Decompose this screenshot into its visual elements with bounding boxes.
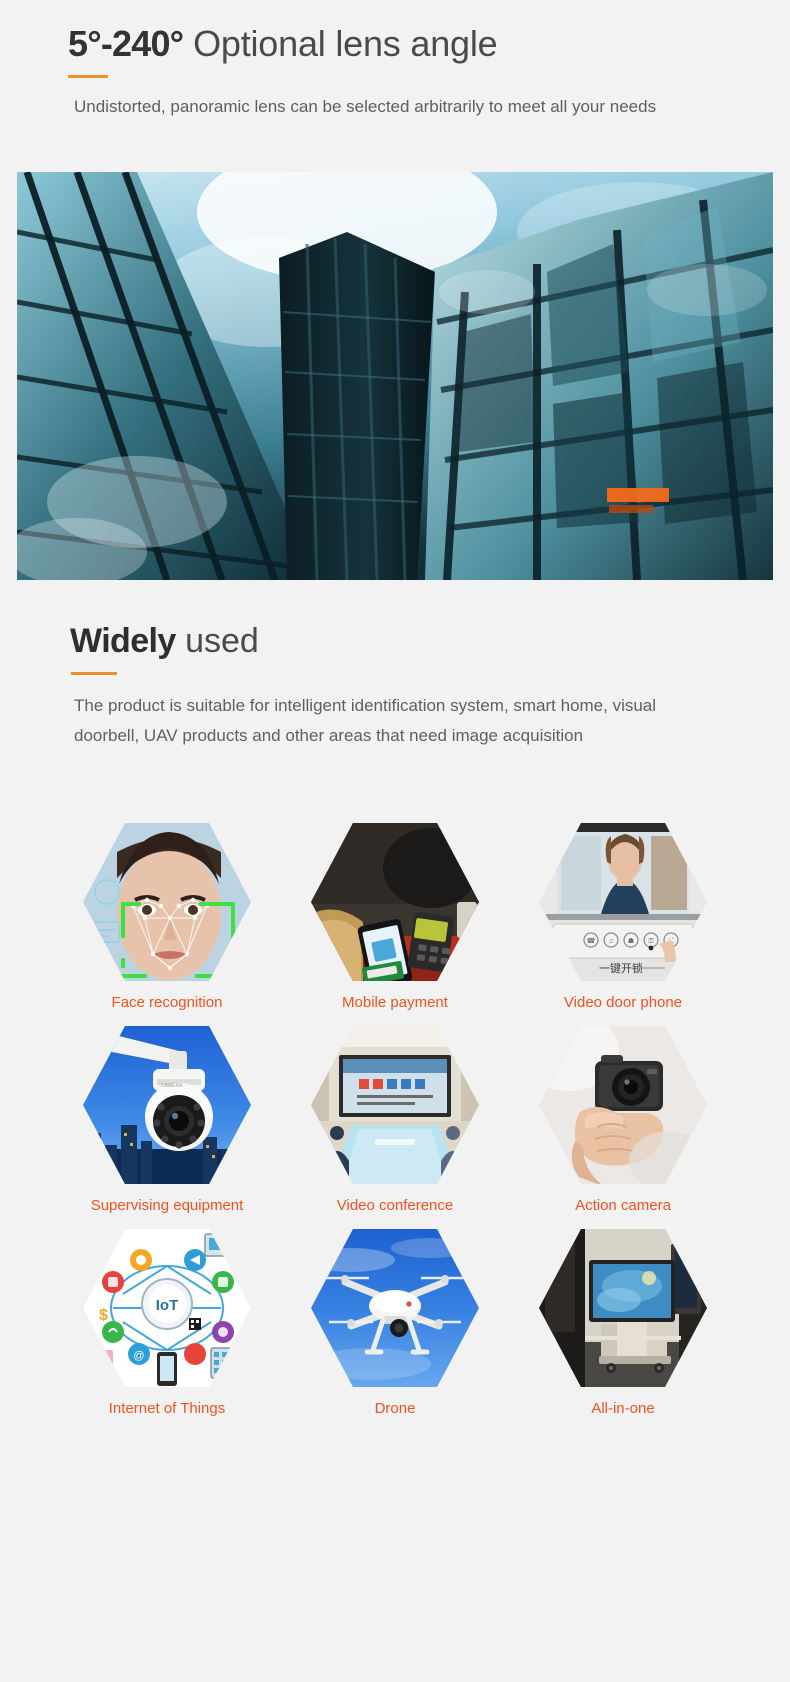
application-label: Mobile payment (342, 994, 448, 1011)
action-camera-illustration (539, 1026, 707, 1184)
application-label: Drone (374, 1400, 416, 1417)
mobile-payment-illustration (311, 823, 479, 981)
video-conference-illustration (311, 1026, 479, 1184)
application-item-mobile-payment[interactable]: Mobile payment (305, 818, 485, 1013)
video-door-phone-illustration: ☎ ♫ ☗ ⚿ ⛶ 一键开锁 (539, 823, 707, 981)
application-label: Action camera (575, 1197, 671, 1214)
section-title-rest: used (175, 622, 259, 660)
application-label: Video door phone (563, 994, 683, 1011)
all-in-one-kiosk-illustration (539, 1229, 707, 1387)
application-item-supervising-equipment[interactable]: CAMERA Supervising equipment (77, 1021, 257, 1216)
application-grid: Face recognition Mobile payment ☎ ♫ ☗ ⚿ … (0, 818, 790, 1427)
accent-rule (68, 75, 108, 78)
application-row: Face recognition Mobile payment ☎ ♫ ☗ ⚿ … (0, 818, 790, 1013)
page-title: 5°-240° Optional lens angle (68, 22, 790, 66)
hero-illustration (17, 172, 773, 580)
application-item-action-camera[interactable]: Action camera (533, 1021, 713, 1216)
svg-text:☎: ☎ (587, 937, 596, 945)
application-row: CAMERA Supervising equipment Video confe… (0, 1021, 790, 1216)
drone-illustration (311, 1229, 479, 1387)
lens-angle-section: 5°-240° Optional lens angle Undistorted,… (0, 0, 790, 121)
application-item-video-door-phone[interactable]: ☎ ♫ ☗ ⚿ ⛶ 一键开锁 Video door phone (533, 818, 713, 1013)
application-label: All-in-one (591, 1400, 655, 1417)
iot-overlay-text: IoT (156, 1297, 179, 1314)
product-detail-page: 5°-240° Optional lens angle Undistorted,… (0, 0, 790, 1682)
application-item-all-in-one[interactable]: All-in-one (533, 1224, 713, 1419)
section-title: Widely used (70, 620, 790, 662)
headline-highlight: 5°-240° (68, 23, 184, 64)
application-row: IoT @ $ Internet of Things Drone All-in-… (0, 1224, 790, 1419)
video-conference-icon (311, 1026, 479, 1184)
internet-of-things-illustration: IoT @ $ (83, 1229, 251, 1387)
application-item-face-recognition[interactable]: Face recognition (77, 818, 257, 1013)
face-recognition-illustration (83, 823, 251, 981)
application-label: Internet of Things (108, 1400, 226, 1417)
internet-of-things-icon: IoT @ $ (83, 1229, 251, 1387)
hero-image (17, 172, 773, 580)
widely-used-section: Widely used The product is suitable for … (0, 620, 790, 751)
application-label: Video conference (336, 1197, 454, 1214)
svg-text:$: $ (99, 1307, 108, 1324)
application-item-drone[interactable]: Drone (305, 1224, 485, 1419)
svg-text:♫: ♫ (608, 938, 613, 945)
svg-text:⚿: ⚿ (648, 938, 654, 945)
application-item-internet-of-things[interactable]: IoT @ $ Internet of Things (77, 1224, 257, 1419)
headline-rest: Optional lens angle (183, 23, 498, 64)
mobile-payment-icon (311, 823, 479, 981)
video-door-phone-icon: ☎ ♫ ☗ ⚿ ⛶ 一键开锁 (539, 823, 707, 981)
svg-text:CAMERA: CAMERA (161, 1083, 183, 1089)
lens-angle-subtext: Undistorted, panoramic lens can be selec… (74, 97, 657, 116)
application-label: Face recognition (111, 994, 223, 1011)
svg-text:@: @ (133, 1350, 144, 1362)
action-camera-icon (539, 1026, 707, 1184)
application-label: Supervising equipment (90, 1197, 244, 1214)
all-in-one-kiosk-icon (539, 1229, 707, 1387)
drone-icon (311, 1229, 479, 1387)
ptz-camera-icon: CAMERA (83, 1026, 251, 1184)
widely-used-subtext: The product is suitable for intelligent … (74, 696, 657, 745)
application-item-video-conference[interactable]: Video conference (305, 1021, 485, 1216)
accent-rule-secondary (71, 672, 117, 675)
section-title-highlight: Widely (70, 622, 176, 660)
face-recognition-icon (83, 823, 251, 981)
ptz-camera-illustration: CAMERA (83, 1026, 251, 1184)
svg-text:☗: ☗ (628, 937, 634, 945)
